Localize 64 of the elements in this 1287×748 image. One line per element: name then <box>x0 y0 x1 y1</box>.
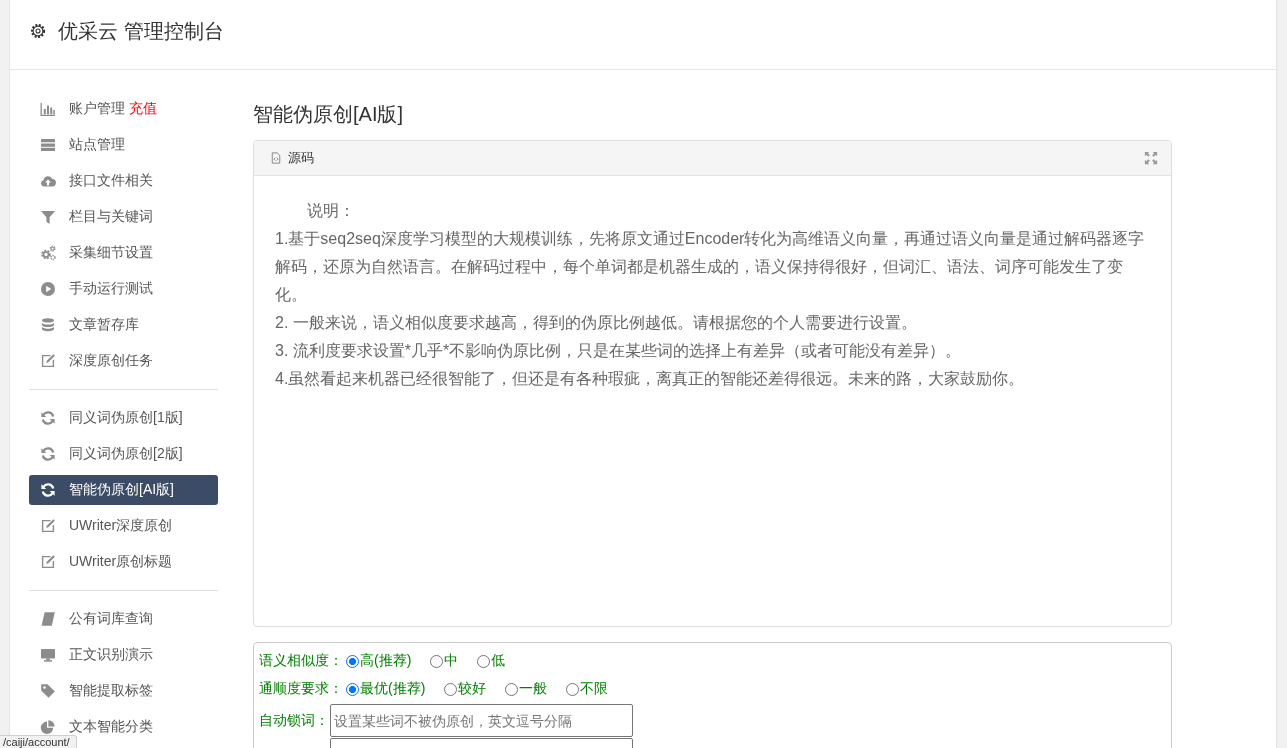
pie-chart-icon <box>40 719 56 735</box>
radio-option[interactable]: 最优(推荐) <box>343 680 426 698</box>
sidebar-item[interactable]: 栏目与关键词 <box>29 202 218 232</box>
radio-option[interactable]: 较好 <box>441 680 487 698</box>
sidebar-item[interactable]: 智能伪原创[AI版] <box>29 475 218 505</box>
bar-chart-icon <box>40 101 56 117</box>
sidebar-item[interactable]: 公有词库查询 <box>29 604 218 634</box>
sidebar-item[interactable]: 同义词伪原创[1版] <box>29 403 218 433</box>
expand-icon[interactable] <box>1144 151 1158 165</box>
sidebar-item[interactable]: 采集细节设置 <box>29 238 218 268</box>
monitor-icon <box>40 647 56 663</box>
input-field[interactable]: 设置某些词不被伪原创，英文逗号分隔 <box>330 704 633 737</box>
panel-title: 源码 <box>288 149 314 167</box>
option-label: 自动锁词： <box>259 711 329 730</box>
radio-option[interactable]: 一般 <box>502 680 548 698</box>
tag-icon <box>40 683 56 699</box>
sidebar-item[interactable]: 接口文件相关 <box>29 166 218 196</box>
radio-button[interactable] <box>505 682 519 696</box>
option-label: 语义相似度： <box>259 652 343 670</box>
gears-icon <box>40 245 56 261</box>
radio-button[interactable] <box>566 682 580 696</box>
code-file-icon <box>270 151 282 165</box>
refresh-icon <box>40 482 56 498</box>
radio-option[interactable]: 不限 <box>563 680 609 698</box>
book-icon <box>40 611 56 627</box>
radio-option[interactable]: 中 <box>427 652 459 670</box>
sidebar-item[interactable]: 站点管理 <box>29 130 218 160</box>
description-text: 2. 一般来说，语义相似度要求越高，得到的伪原比例越低。请根据您的个人需要进行设置。 <box>275 313 918 333</box>
radio-button[interactable] <box>430 654 444 668</box>
sidebar-item[interactable]: UWriter原创标题 <box>29 547 218 577</box>
refresh-icon <box>40 410 56 426</box>
sidebar-item[interactable]: 账户管理 充值 <box>29 94 218 124</box>
description-text: 1.基于seq2seq深度学习模型的大规模训练，先将原文通过Encoder转化为高维语义向量，再通过语义向量是通过解码器逐字解码，还原为自然语言。在解码过程中，每个单词都是机器生成的，语义保持得很好，但词汇、语法、词序可能发生了变化。 <box>275 229 1146 305</box>
sidebar-item[interactable]: 正文识别演示 <box>29 640 218 670</box>
radio-button[interactable] <box>444 682 458 696</box>
description-heading: 说明： <box>306 201 356 221</box>
description-text: 4.虽然看起来机器已经很智能了，但还是有各种瑕疵，离真正的智能还差得很远。未来的路，大家鼓励你。 <box>275 369 1026 389</box>
filter-icon <box>40 209 56 225</box>
cloud-upload-icon <box>40 173 56 189</box>
sidebar-item[interactable]: UWriter深度原创 <box>29 511 218 541</box>
recharge-link[interactable]: 充值 <box>129 100 157 118</box>
radio-button[interactable] <box>346 654 359 668</box>
play-icon <box>40 281 56 297</box>
sidebar-item[interactable]: 智能提取标签 <box>29 676 218 706</box>
sidebar-item[interactable]: 深度原创任务 <box>29 346 218 376</box>
sidebar-item[interactable]: 手动运行测试 <box>29 274 218 304</box>
radio-option[interactable]: 低 <box>474 652 506 670</box>
radio-button[interactable] <box>477 654 491 668</box>
status-url: /caiji/account/ <box>0 735 77 748</box>
edit-icon <box>40 518 56 534</box>
sidebar-item[interactable]: 文章暂存库 <box>29 310 218 340</box>
page-title: 智能伪原创[AI版] <box>253 102 404 127</box>
edit-icon <box>40 353 56 369</box>
radio-button[interactable] <box>346 682 359 696</box>
radio-option[interactable]: 高(推荐) <box>343 652 412 670</box>
console-title: 优采云 管理控制台 <box>58 19 224 43</box>
refresh-icon <box>40 446 56 462</box>
sidebar-item[interactable]: 同义词伪原创[2版] <box>29 439 218 469</box>
description-text: 3. 流利度要求设置*几乎*不影响伪原比例，只是在某些词的选择上有差异（或者可能没有差异）。 <box>275 341 963 361</box>
database-icon <box>40 317 56 333</box>
edit-icon <box>40 554 56 570</box>
server-icon <box>40 137 56 153</box>
option-label: 通顺度要求： <box>259 680 343 698</box>
settings-icon <box>30 23 46 39</box>
